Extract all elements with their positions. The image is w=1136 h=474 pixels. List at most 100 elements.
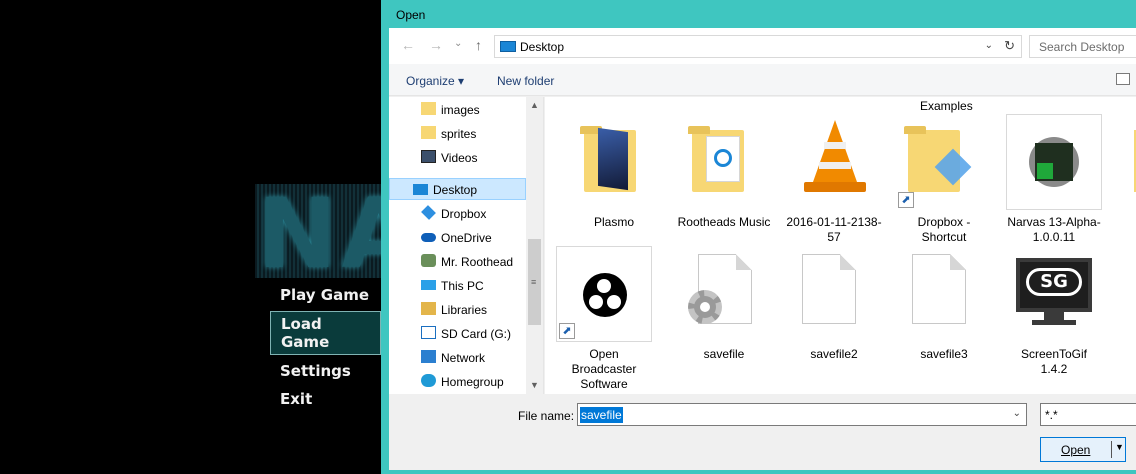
scrollbar-thumb[interactable]: ≡ xyxy=(528,239,541,325)
file-name-input[interactable]: savefile ⌄ xyxy=(577,403,1027,426)
file-plasmo[interactable]: Plasmo xyxy=(566,114,662,230)
file-narvas[interactable]: Narvas 13-Alpha-1.0.0.11 xyxy=(1006,114,1102,245)
nav-item-label: Videos xyxy=(441,151,478,165)
nav-item-homegroup[interactable]: Homegroup xyxy=(413,371,523,393)
view-options-icon[interactable] xyxy=(1116,73,1130,85)
nav-pane-scrollbar[interactable]: ▲ ≡ ▼ xyxy=(526,97,543,394)
nav-item-label: OneDrive xyxy=(441,231,492,245)
libraries-icon xyxy=(421,302,436,315)
nav-item-label: sprites xyxy=(441,127,477,141)
refresh-icon[interactable]: ↻ xyxy=(1004,38,1015,54)
file-name: Narvas 13-Alpha-1.0.0.11 xyxy=(1007,215,1101,244)
user-icon xyxy=(421,254,436,267)
chevron-down-icon[interactable]: ⌄ xyxy=(1013,408,1021,419)
dropdown-arrow-icon[interactable]: ▼ xyxy=(1115,442,1124,452)
navigation-pane: images sprites Videos Desktop Dropbox On… xyxy=(389,97,544,394)
address-bar[interactable]: Desktop ⌄ ↻ xyxy=(494,35,1022,58)
folder-icon xyxy=(421,102,436,115)
file-name: Plasmo xyxy=(593,215,634,229)
file-dropbox-shortcut[interactable]: ⬈ Dropbox - Shortcut xyxy=(896,114,992,245)
file-icon xyxy=(786,246,882,342)
file-name: 2016-01-11-2138-57 xyxy=(786,215,882,244)
file-name: ScreenToGif 1.4.2 xyxy=(1020,347,1088,376)
search-input[interactable]: Search Desktop xyxy=(1029,35,1136,58)
nav-item-onedrive[interactable]: OneDrive xyxy=(413,227,523,249)
desktop-icon xyxy=(500,41,516,52)
address-location: Desktop xyxy=(520,40,565,54)
menu-exit[interactable]: Exit xyxy=(270,387,381,411)
chevron-down-icon[interactable]: ⌄ xyxy=(985,40,993,51)
nav-item-label: Dropbox xyxy=(441,207,487,221)
nav-item-network[interactable]: Network xyxy=(413,347,523,369)
file-icon xyxy=(896,246,992,342)
menu-load-game[interactable]: Load Game xyxy=(270,311,381,355)
nav-item-label: Network xyxy=(441,351,486,365)
recent-locations-icon[interactable]: ⌄ xyxy=(454,38,462,49)
shortcut-arrow-icon: ⬈ xyxy=(898,192,914,208)
file-name: Open Broadcaster Software xyxy=(571,347,637,391)
up-icon[interactable]: ↑ xyxy=(475,37,482,53)
file-savefile[interactable]: savefile xyxy=(676,246,772,362)
folder-icon xyxy=(566,114,662,210)
homegroup-icon xyxy=(421,374,436,387)
command-bar: Organize ▾ New folder xyxy=(389,64,1136,96)
file-rootheads-music[interactable]: Rootheads Music xyxy=(676,114,772,230)
menu-play-game[interactable]: Play Game xyxy=(270,283,381,307)
nav-item-sprites[interactable]: sprites xyxy=(413,123,523,145)
settings-file-icon xyxy=(676,246,772,342)
new-folder-button[interactable]: New folder xyxy=(497,74,554,88)
nav-item-libraries[interactable]: Libraries xyxy=(413,299,523,321)
file-name-label: File name: xyxy=(518,409,575,423)
file-view: Examples Plasmo Rootheads Music 2016-01-… xyxy=(545,97,1136,394)
obs-icon: ⬈ xyxy=(556,246,652,342)
folder-icon xyxy=(1114,114,1136,210)
screen: NAI Play Game Load Game Settings Exit Op… xyxy=(0,0,1136,474)
open-button-label: Open xyxy=(1061,443,1091,457)
network-icon xyxy=(421,350,436,363)
file-name: savefile3 xyxy=(920,347,968,361)
file-screentogif[interactable]: SG ScreenToGif 1.4.2 xyxy=(1006,246,1102,377)
videos-icon xyxy=(421,150,436,163)
desktop-icon xyxy=(413,184,428,195)
dialog-title: Open xyxy=(396,8,426,22)
nav-item-user[interactable]: Mr. Roothead xyxy=(413,251,523,273)
pc-icon xyxy=(421,280,436,290)
onedrive-icon xyxy=(421,233,436,242)
dropbox-icon: ⬈ xyxy=(896,114,992,210)
scroll-down-icon[interactable]: ▼ xyxy=(526,377,543,394)
file-partial[interactable] xyxy=(1114,114,1136,210)
address-row: ← → ⌄ ↑ Desktop ⌄ ↻ Search Desktop xyxy=(389,28,1136,64)
nav-item-videos[interactable]: Videos xyxy=(413,147,523,169)
nav-item-sd-card[interactable]: SD Card (G:) xyxy=(413,323,523,345)
file-name-value[interactable]: savefile xyxy=(580,407,623,423)
folder-icon xyxy=(421,126,436,139)
file-obs[interactable]: ⬈ Open Broadcaster Software xyxy=(556,246,652,392)
dialog-titlebar[interactable]: Open xyxy=(381,0,1136,28)
nav-item-label: This PC xyxy=(441,279,484,293)
file-savefile2[interactable]: savefile2 xyxy=(786,246,882,362)
nav-item-dropbox[interactable]: Dropbox xyxy=(413,203,523,225)
open-button[interactable]: Open ▼ xyxy=(1040,437,1126,462)
file-video-2016[interactable]: 2016-01-11-2138-57 xyxy=(786,114,882,245)
app-icon xyxy=(1006,114,1102,210)
game-logo: NAI xyxy=(255,184,381,278)
nav-item-desktop[interactable]: Desktop xyxy=(389,178,526,200)
nav-item-label: Libraries xyxy=(441,303,488,317)
file-type-filter[interactable]: *.* xyxy=(1040,403,1136,426)
back-icon[interactable]: ← xyxy=(401,37,415,53)
folder-icon xyxy=(676,114,772,210)
menu-settings[interactable]: Settings xyxy=(270,359,381,383)
file-savefile3[interactable]: savefile3 xyxy=(896,246,992,362)
game-menu: Play Game Load Game Settings Exit xyxy=(270,283,381,415)
grip-icon: ≡ xyxy=(531,277,537,287)
open-dialog: Open ← → ⌄ ↑ Desktop ⌄ ↻ Search Desktop … xyxy=(381,0,1136,474)
nav-item-images[interactable]: images xyxy=(413,99,523,121)
nav-item-label: Homegroup xyxy=(441,375,504,389)
nav-item-label: Mr. Roothead xyxy=(441,255,514,269)
dialog-footer: File name: savefile ⌄ *.* Open ▼ xyxy=(389,394,1136,470)
forward-icon[interactable]: → xyxy=(429,37,443,53)
organize-button[interactable]: Organize ▾ xyxy=(406,74,464,88)
nav-item-this-pc[interactable]: This PC xyxy=(413,275,523,297)
file-name: savefile2 xyxy=(810,347,858,361)
scroll-up-icon[interactable]: ▲ xyxy=(526,97,543,114)
